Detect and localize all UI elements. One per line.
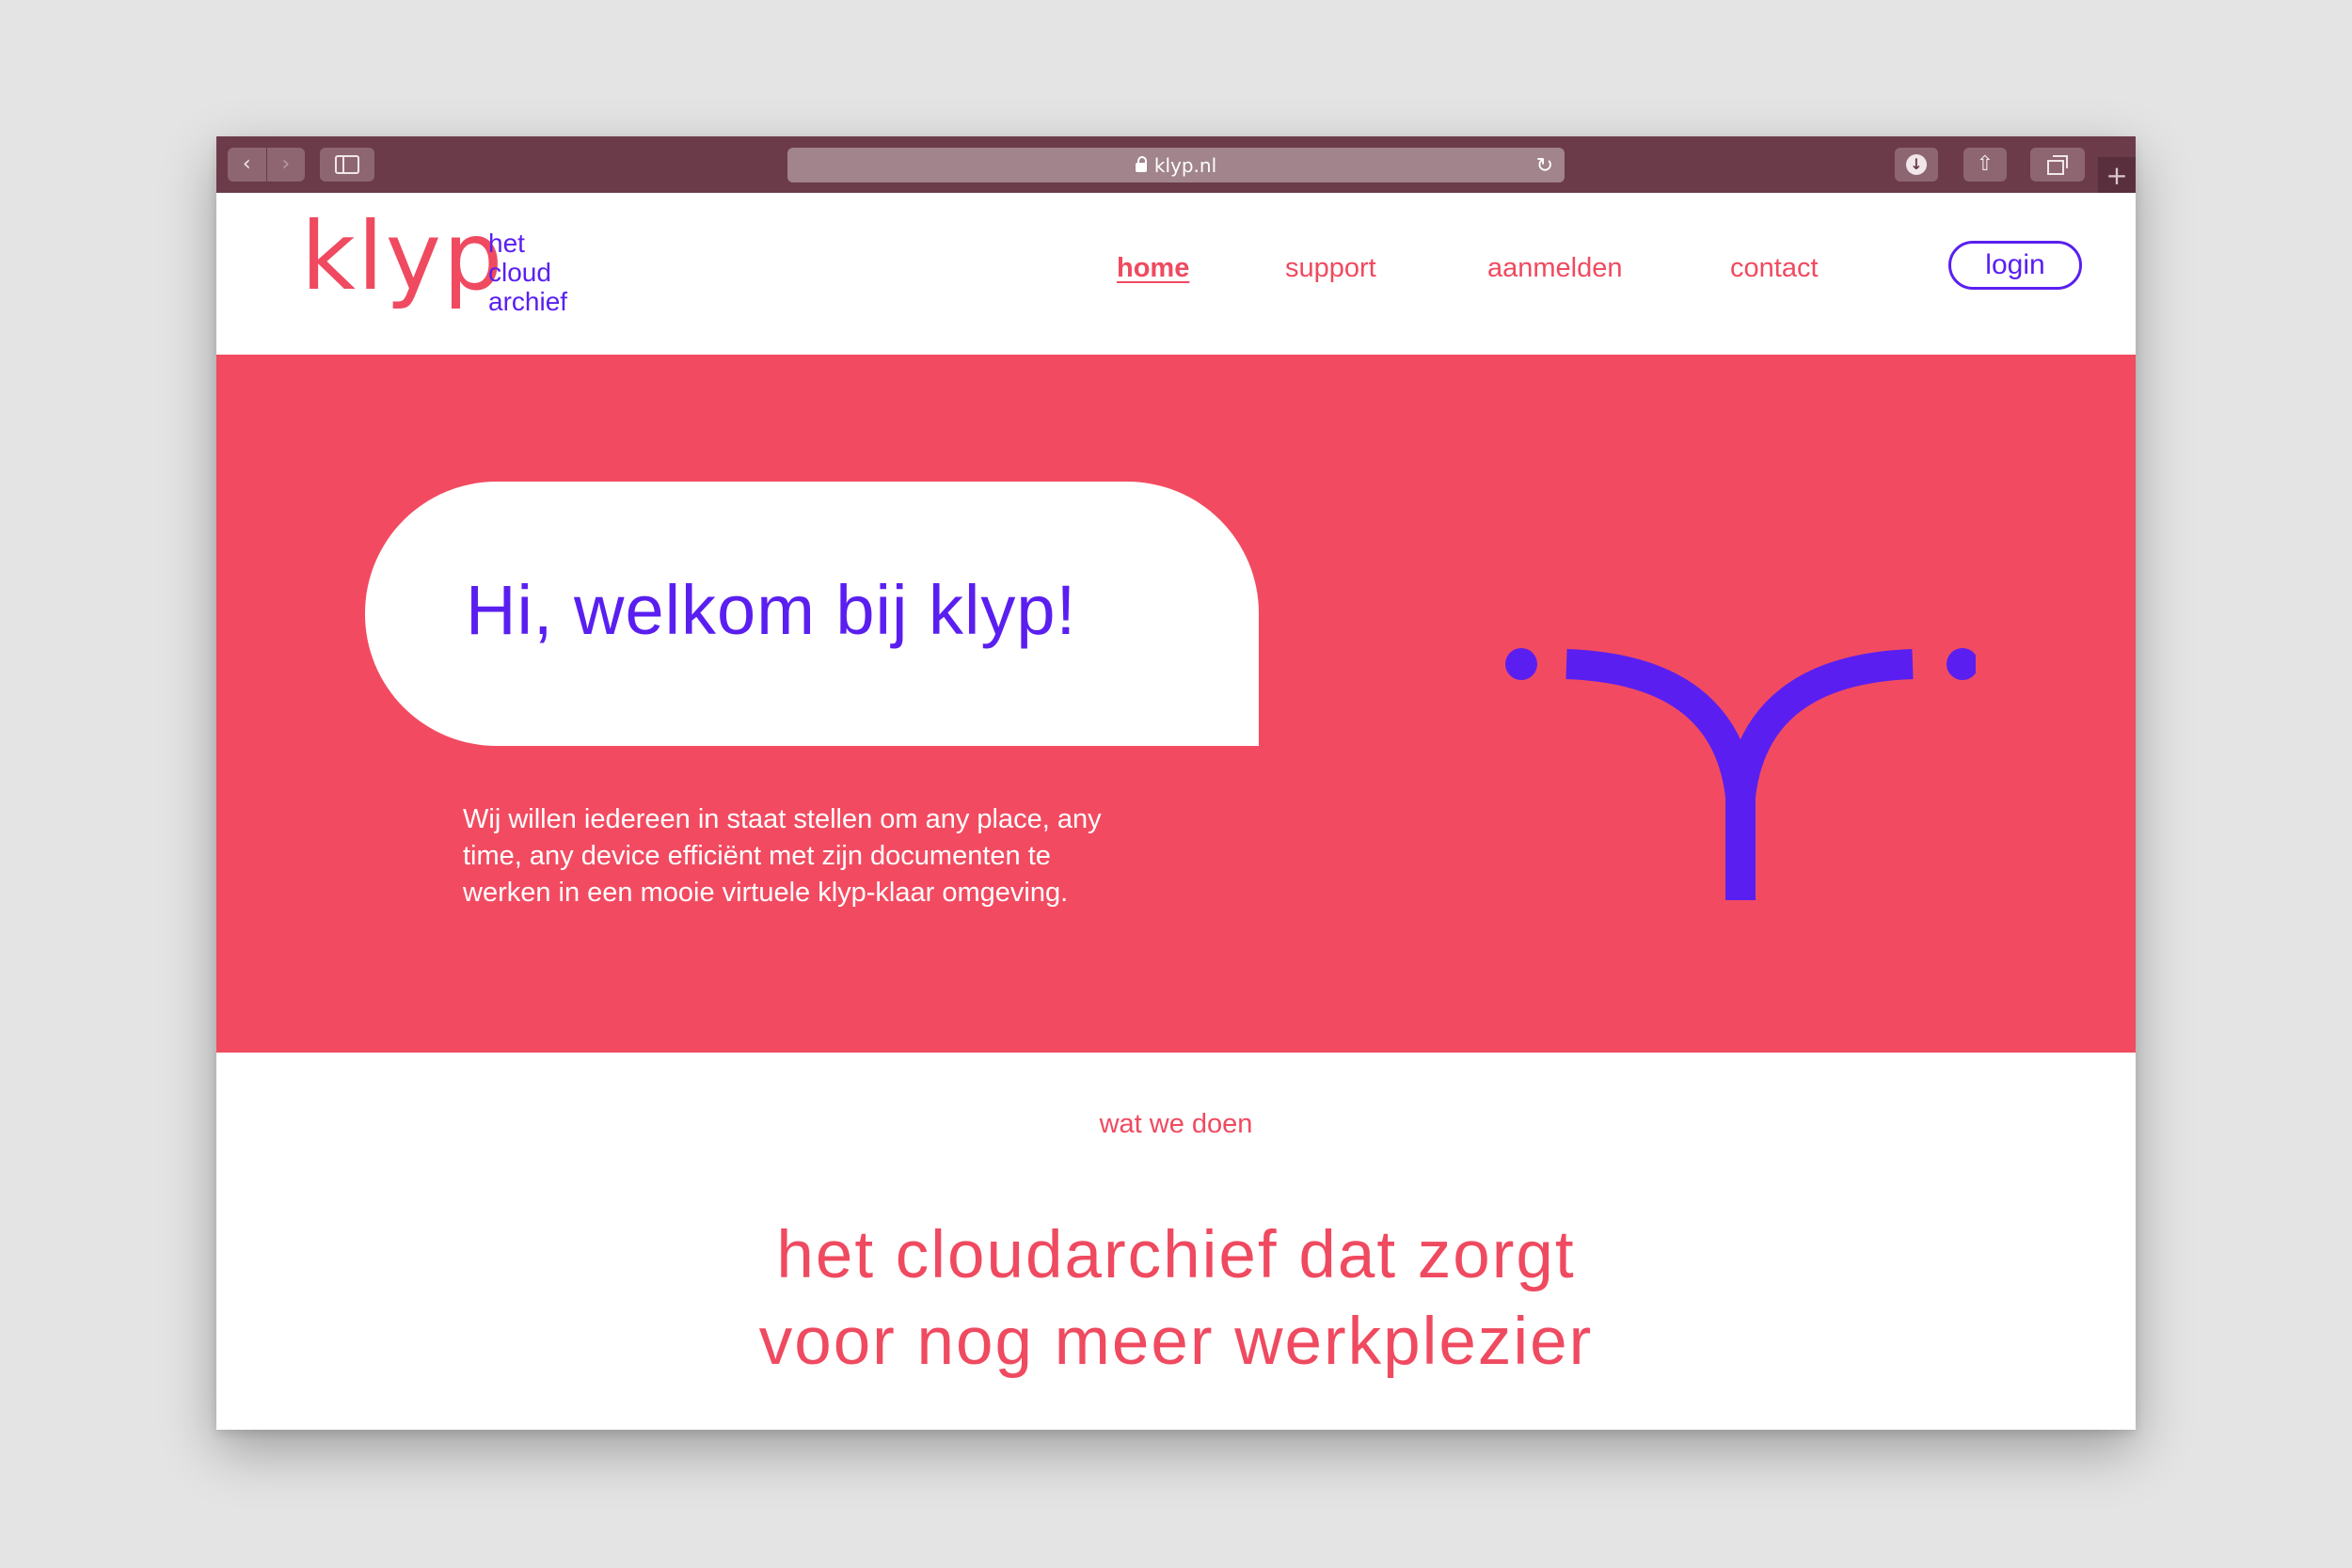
klyp-logo[interactable]: klyp (301, 200, 504, 313)
tagline-line: cloud (488, 258, 551, 287)
browser-window: ‹ › klyp.nl ↻ ↓ ⇧ + klyp het cloud archi… (216, 136, 2136, 1430)
hero-description-line: Wij willen iedereen in staat stellen om … (463, 804, 1102, 834)
history-nav-group: ‹ › (228, 148, 305, 182)
section-heading-line: het cloudarchief dat zorgt (776, 1218, 1576, 1292)
share-button[interactable]: ⇧ (1963, 148, 2007, 182)
what-we-do-section: wat we doen het cloudarchief dat zorgt v… (216, 1053, 2136, 1430)
chevron-right-icon[interactable]: › (265, 148, 306, 182)
nav-support[interactable]: support (1285, 253, 1376, 284)
share-icon: ⇧ (1976, 152, 1994, 176)
mascot-y-arms (1565, 649, 1914, 800)
site-header: klyp het cloud archief home support aanm… (216, 193, 2136, 355)
login-button[interactable]: login (1948, 241, 2082, 290)
logo-tagline: het cloud archief (488, 229, 567, 316)
tabs-overview-button[interactable] (2030, 148, 2085, 182)
download-button[interactable]: ↓ (1895, 148, 1938, 182)
download-icon: ↓ (1906, 154, 1927, 175)
section-heading-line: voor nog meer werkplezier (758, 1305, 1594, 1379)
browser-toolbar: ‹ › klyp.nl ↻ ↓ ⇧ + (216, 136, 2136, 193)
plus-icon: + (2106, 159, 2128, 191)
reload-icon[interactable]: ↻ (1536, 154, 1553, 178)
new-tab-button[interactable]: + (2098, 157, 2136, 193)
chevron-left-icon[interactable]: ‹ (228, 148, 266, 182)
sidebar-icon (335, 155, 359, 174)
hero-description-line: time, any device efficiënt met zijn docu… (463, 841, 1051, 871)
hero-title: Hi, welkom bij klyp! (466, 571, 1077, 649)
address-bar[interactable]: klyp.nl ↻ (787, 148, 1565, 182)
hero-description-line: werken in een mooie virtuele klyp-klaar … (463, 878, 1069, 908)
tagline-line: archief (488, 287, 568, 316)
mascot-right-eye (1947, 648, 1976, 680)
url-text: klyp.nl (1153, 153, 1217, 177)
tagline-line: het (488, 229, 525, 258)
sidebar-toggle-button[interactable] (320, 148, 374, 182)
section-label: wat we doen (1099, 1109, 1253, 1139)
tabs-icon (2047, 155, 2068, 175)
mascot-left-eye (1505, 648, 1537, 680)
nav-aanmelden[interactable]: aanmelden (1487, 253, 1623, 284)
hero-description: Wij willen iedereen in staat stellen om … (463, 801, 1216, 911)
hero-section: Hi, welkom bij klyp! Wij willen iedereen… (216, 355, 2136, 1053)
lock-icon (1135, 155, 1147, 172)
nav-home[interactable]: home (1117, 253, 1189, 284)
section-heading: het cloudarchief dat zorgt voor nog meer… (216, 1212, 2136, 1386)
klyp-y-face-icon (1505, 648, 1976, 900)
mascot-y-stem (1725, 778, 1756, 900)
nav-contact[interactable]: contact (1730, 253, 1819, 284)
welcome-speech-bubble: Hi, welkom bij klyp! (365, 482, 1259, 746)
